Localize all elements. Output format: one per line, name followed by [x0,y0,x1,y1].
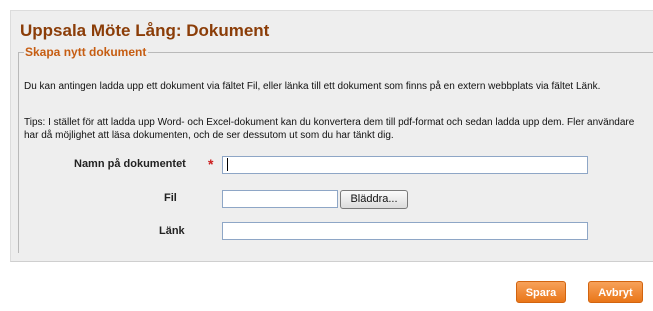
text-caret [227,158,228,171]
document-page: Uppsala Möte Lång: Dokument Skapa nytt d… [0,0,653,311]
document-name-input[interactable] [222,156,588,174]
cancel-button[interactable]: Avbryt [588,281,643,303]
tip-text: Tips: I stället för att ladda upp Word- … [24,117,635,141]
link-input[interactable] [222,222,588,240]
link-field-label: Länk [159,225,185,237]
file-path-input[interactable] [222,190,338,208]
page-title: Uppsala Möte Lång: Dokument [20,21,270,40]
fieldset-legend: Skapa nytt dokument [24,45,149,59]
file-field-label: Fil [164,192,177,204]
save-button[interactable]: Spara [516,281,566,303]
name-field-label: Namn på dokumentet [74,158,186,170]
intro-text: Du kan antingen ladda upp ett dokument v… [24,81,601,92]
browse-button[interactable]: Bläddra... [340,190,408,209]
required-marker: * [208,156,214,172]
